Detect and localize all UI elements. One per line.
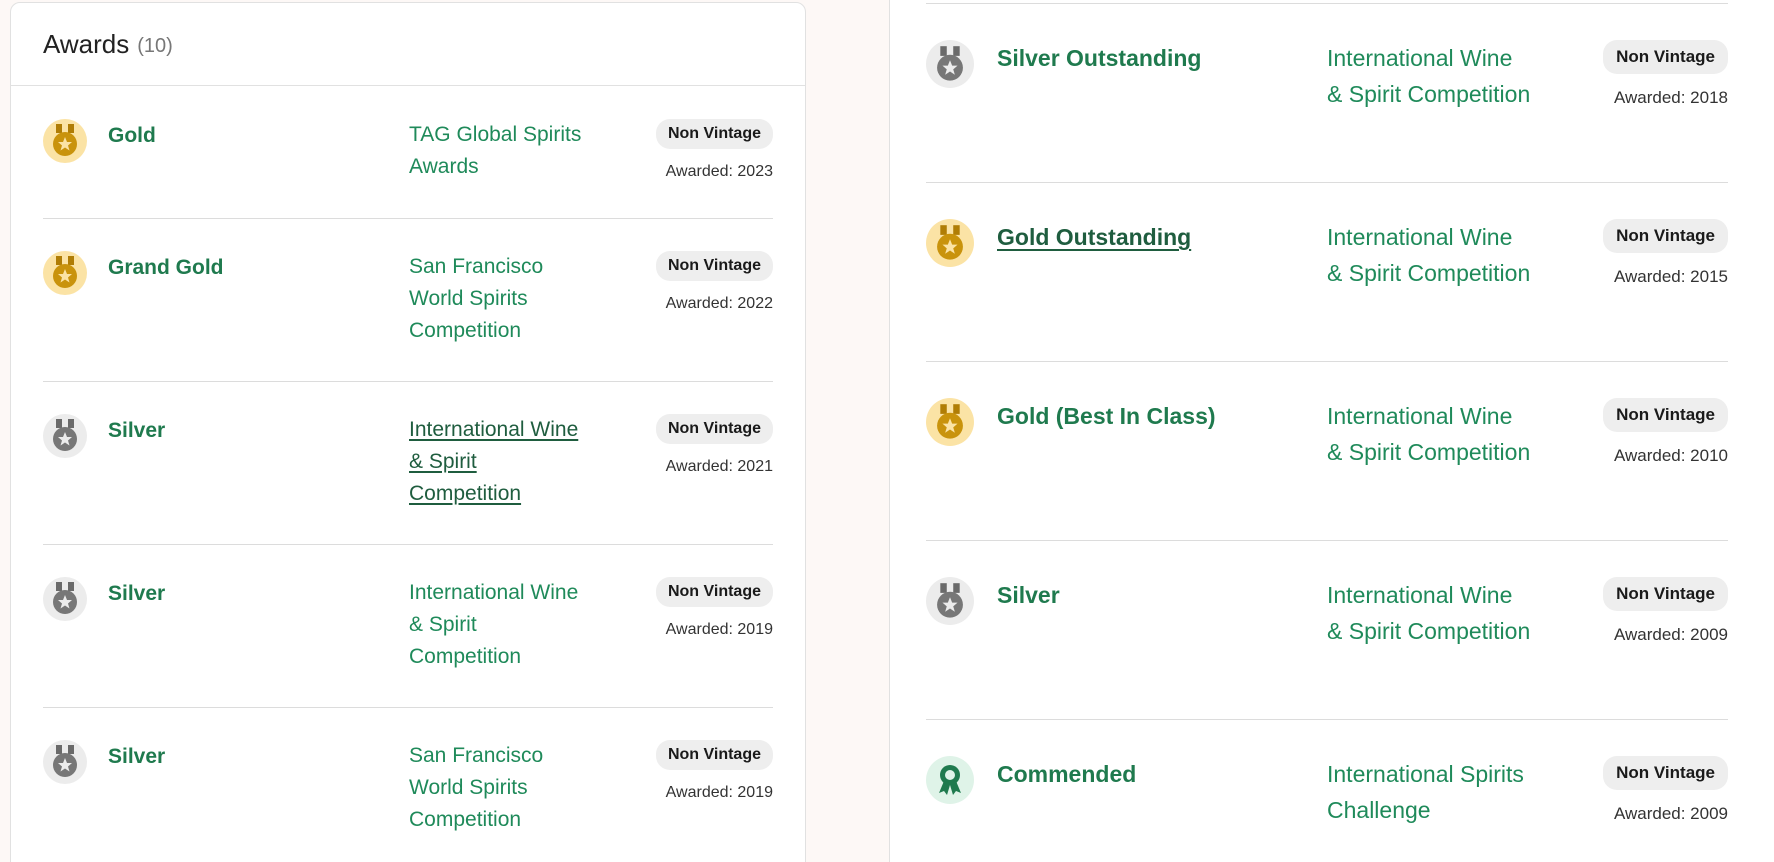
award-row: Silver International Wine & Spirit Compe… — [926, 541, 1728, 720]
award-row: Silver International Wine & Spirit Compe… — [43, 545, 773, 708]
vintage-badge: Non Vintage — [1603, 40, 1728, 74]
award-row: Commended International Spirits Challeng… — [926, 720, 1728, 862]
award-row: Silver Outstanding International Wine & … — [926, 4, 1728, 183]
competition-link[interactable]: International Wine & Spirit Competition — [1327, 398, 1532, 470]
awards-header: Awards (10) — [11, 3, 805, 86]
competition-link[interactable]: International Wine & Spirit Competition — [1327, 40, 1532, 112]
award-name-link[interactable]: Gold — [108, 124, 156, 148]
award-name-link[interactable]: Commended — [997, 761, 1136, 788]
competition-link[interactable]: International Wine & Spirit Competition — [1327, 219, 1532, 291]
vintage-badge: Non Vintage — [655, 414, 773, 444]
silver-medal-icon — [926, 40, 974, 88]
competition-link[interactable]: International Wine & Spirit Competition — [409, 577, 589, 673]
competition-link[interactable]: International Wine & Spirit Competition — [1327, 577, 1532, 649]
competition-link[interactable]: San Francisco World Spirits Competition — [409, 251, 579, 347]
award-row: Silver International Wine & Spirit Compe… — [43, 382, 773, 545]
competition-link[interactable]: TAG Global Spirits Awards — [409, 119, 599, 183]
vintage-badge: Non Vintage — [655, 119, 773, 149]
awarded-year: Awarded: 2018 — [1613, 88, 1728, 107]
award-name-link[interactable]: Silver — [108, 582, 165, 606]
award-name-link[interactable]: Gold Outstanding — [997, 224, 1191, 251]
gold-medal-icon — [926, 219, 974, 267]
vintage-badge: Non Vintage — [655, 577, 773, 607]
award-row: Gold TAG Global Spirits Awards Non Vinta… — [43, 87, 773, 219]
gold-medal-icon — [43, 119, 87, 163]
award-name-link[interactable]: Silver — [108, 419, 165, 443]
vintage-badge: Non Vintage — [1603, 756, 1728, 790]
award-row: Gold Outstanding International Wine & Sp… — [926, 183, 1728, 362]
vintage-badge: Non Vintage — [655, 740, 773, 770]
silver-medal-icon — [43, 577, 87, 621]
competition-link[interactable]: San Francisco World Spirits Competition — [409, 740, 579, 836]
award-row: Silver San Francisco World Spirits Compe… — [43, 708, 773, 862]
vintage-badge: Non Vintage — [1603, 577, 1728, 611]
award-name-link[interactable]: Grand Gold — [108, 256, 224, 280]
competition-link[interactable]: International Wine & Spirit Competition — [409, 414, 589, 510]
gold-medal-icon — [43, 251, 87, 295]
awarded-year: Awarded: 2023 — [665, 163, 773, 180]
competition-link[interactable]: International Spirits Challenge — [1327, 756, 1527, 828]
awards-count: (10) — [137, 34, 173, 57]
awarded-year: Awarded: 2010 — [1613, 446, 1728, 465]
awards-panel-left: Awards (10) Gold TAG Global Spirits Awar… — [10, 2, 806, 862]
award-row: Gold (Best In Class) International Wine … — [926, 362, 1728, 541]
silver-medal-icon — [43, 414, 87, 458]
vintage-badge: Non Vintage — [655, 251, 773, 281]
award-row: Grand Gold San Francisco World Spirits C… — [43, 219, 773, 382]
award-name-link[interactable]: Silver Outstanding — [997, 45, 1201, 72]
awarded-year: Awarded: 2019 — [665, 784, 773, 801]
awarded-year: Awarded: 2009 — [1613, 625, 1728, 644]
award-name-link[interactable]: Silver — [108, 745, 165, 769]
awarded-year: Awarded: 2022 — [665, 295, 773, 312]
vintage-badge: Non Vintage — [1603, 219, 1728, 253]
vintage-badge: Non Vintage — [1603, 398, 1728, 432]
awarded-year: Awarded: 2015 — [1613, 267, 1728, 286]
gold-medal-icon — [926, 398, 974, 446]
silver-medal-icon — [926, 577, 974, 625]
awarded-year: Awarded: 2019 — [665, 621, 773, 638]
awards-panel-right: Silver Outstanding International Wine & … — [889, 0, 1774, 862]
awards-title: Awards — [43, 28, 130, 59]
awarded-year: Awarded: 2009 — [1613, 804, 1728, 823]
award-name-link[interactable]: Silver — [997, 582, 1060, 609]
silver-medal-icon — [43, 740, 87, 784]
commended-rosette-icon — [926, 756, 974, 804]
award-name-link[interactable]: Gold (Best In Class) — [997, 403, 1216, 430]
awarded-year: Awarded: 2021 — [665, 458, 773, 475]
